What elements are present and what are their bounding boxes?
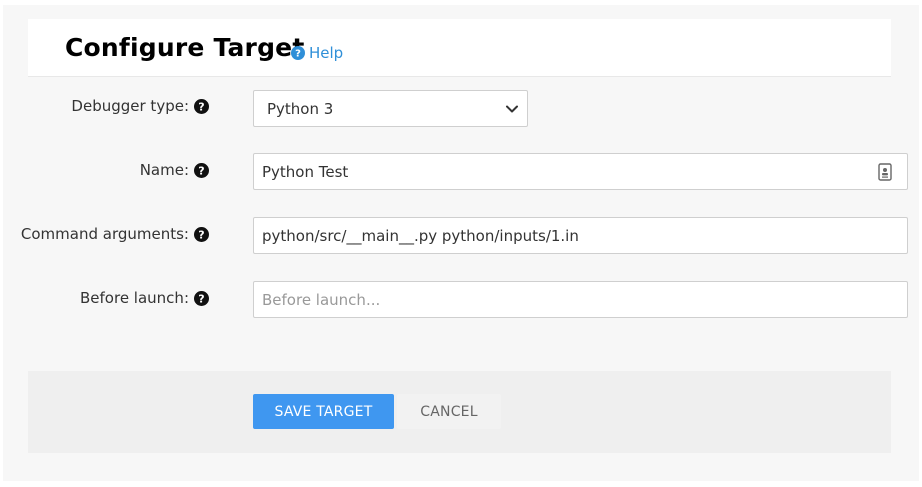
svg-text:?: ? [198,292,204,305]
contact-card-icon[interactable] [878,163,892,181]
svg-text:?: ? [198,164,204,177]
before-launch-input[interactable]: Before launch... [253,281,908,318]
name-label-text: Name: [139,161,189,179]
save-target-button[interactable]: SAVE TARGET [253,394,394,429]
question-circle-icon[interactable]: ? [194,226,209,242]
command-arguments-input[interactable]: python/src/__main__.py python/inputs/1.i… [253,217,908,254]
command-arguments-value: python/src/__main__.py python/inputs/1.i… [262,226,579,245]
name-input-value: Python Test [262,162,349,181]
question-circle-icon: ? [291,46,305,60]
command-arguments-label: Command arguments: ? [21,225,209,243]
before-launch-placeholder: Before launch... [262,290,381,309]
cancel-button[interactable]: CANCEL [397,394,501,429]
help-link-label: Help [309,44,344,62]
question-circle-icon[interactable]: ? [194,162,209,178]
before-launch-label-text: Before launch: [80,289,189,307]
debugger-type-select[interactable]: Python 3 [253,90,528,127]
page-title: Configure Target [65,33,305,62]
debugger-type-label-text: Debugger type: [71,97,189,115]
svg-text:?: ? [198,100,204,113]
debugger-type-label: Debugger type: ? [71,97,209,115]
help-link[interactable]: ? Help [291,44,343,62]
name-input[interactable]: Python Test [253,153,908,190]
panel-header: Configure Target ? Help [28,19,891,77]
before-launch-label: Before launch: ? [80,289,209,307]
chevron-down-icon [505,102,519,116]
name-label: Name: ? [140,161,209,179]
command-arguments-label-text: Command arguments: [20,225,189,243]
svg-text:?: ? [198,228,204,241]
question-circle-icon[interactable]: ? [194,290,209,306]
svg-text:?: ? [295,49,301,60]
question-circle-icon[interactable]: ? [194,98,209,114]
debugger-type-selected: Python 3 [267,99,334,118]
